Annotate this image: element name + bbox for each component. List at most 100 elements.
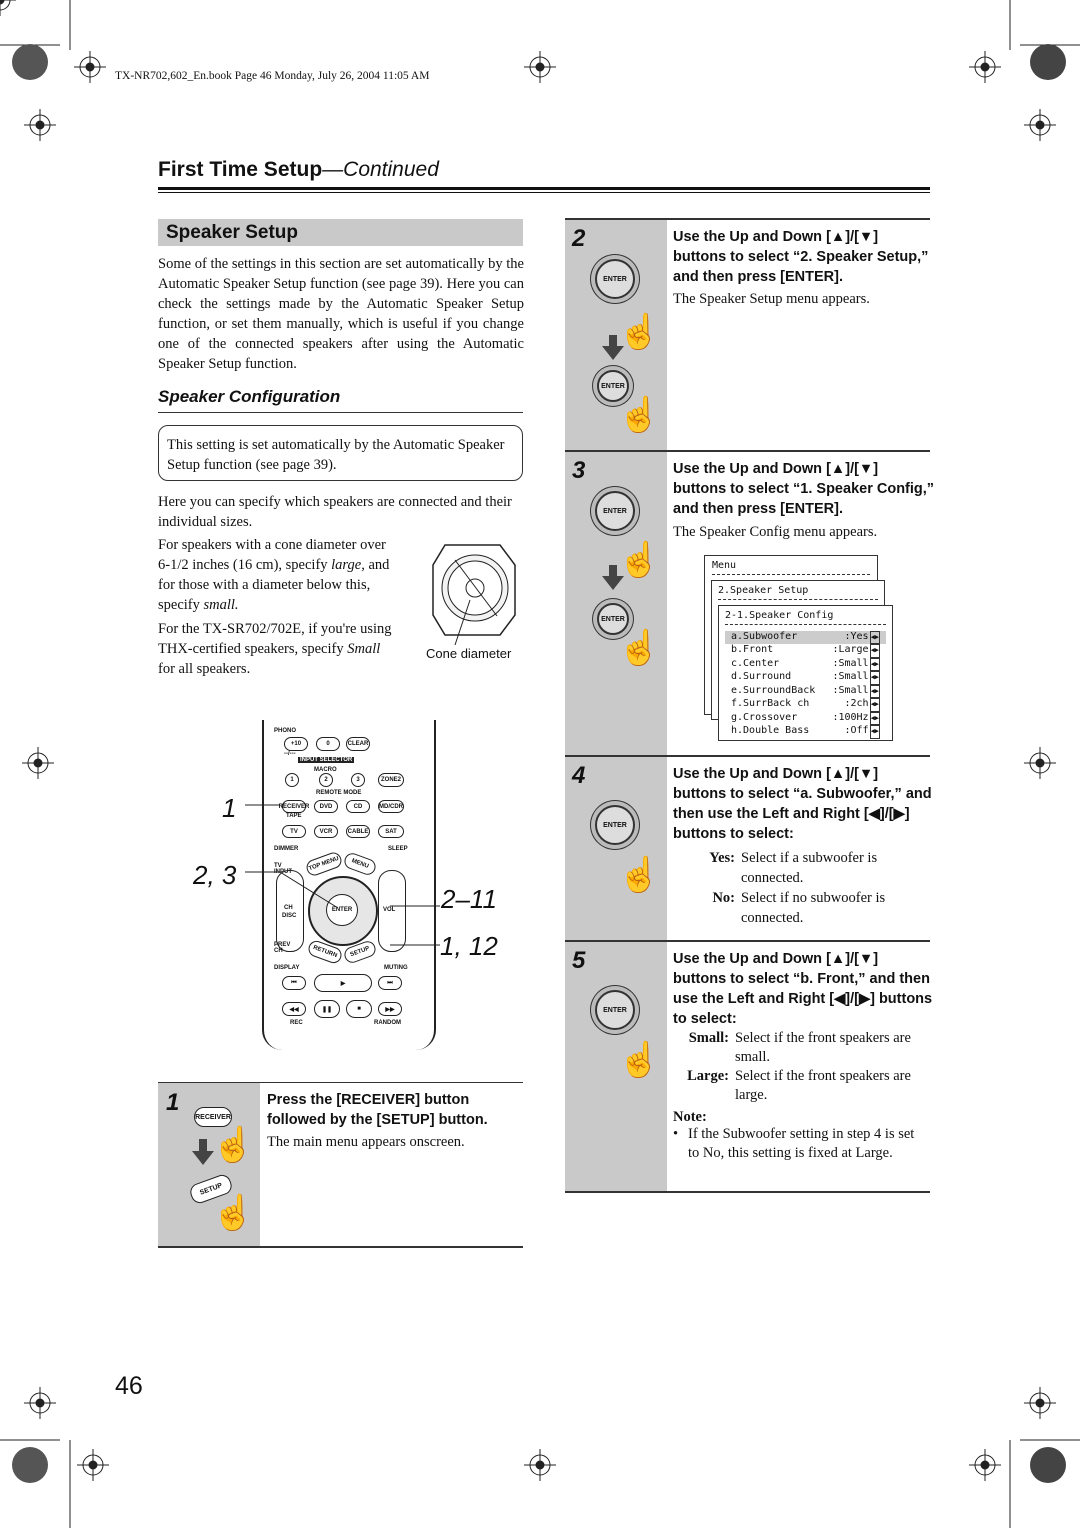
step3-top-rule (565, 450, 930, 452)
osd-row: g.Crossover :100Hz ◀▶ (725, 711, 886, 725)
osd-menu-title: Menu (712, 560, 737, 571)
osd-row-value: :2ch (844, 698, 869, 709)
cone-diameter-label: Cone diameter (426, 646, 512, 661)
step2-number: 2 (572, 225, 586, 252)
step1-desc: The main menu appears onscreen. (267, 1134, 465, 1150)
para-cone: For speakers with a cone diameter over 6… (158, 537, 390, 613)
note-box: This setting is set automatically by the… (158, 425, 523, 481)
speaker-cone-illustration (432, 544, 516, 646)
pointing-hand-icon: ☝ (617, 630, 661, 668)
osd-row-label: a.Subwoofer (731, 630, 798, 642)
osd-row: c.Center :Small ◀▶ (725, 657, 886, 671)
remote-btn-prev: ⏮ (282, 976, 306, 990)
option-large: Large: Select if the front speakers are l… (687, 1068, 911, 1103)
step1-bottom-rule (158, 1246, 523, 1248)
step5-number: 5 (572, 947, 586, 974)
remote-btn-macro1: 1 (285, 773, 299, 787)
pointing-hand-icon: ☝ (211, 1127, 255, 1165)
subsection-title: Speaker Configuration (158, 387, 341, 406)
osd-row-label: f.SurrBack ch (731, 698, 810, 709)
osd-row-value: :Large (832, 644, 869, 655)
left-right-arrows-icon: ◀▶ (869, 644, 880, 658)
enter-dial-icon: ENTER (595, 259, 635, 299)
note-title: Note: (673, 1109, 707, 1125)
enter-dial-icon: ENTER (595, 805, 635, 845)
remote-label-rec: REC (290, 1020, 303, 1026)
callout-2-3: 2, 3 (193, 860, 237, 890)
osd-row-value: :Yes (844, 630, 869, 642)
title-rule (158, 187, 930, 190)
step5-top-rule (565, 940, 930, 942)
osd-row: b.Front :Large ◀▶ (725, 644, 886, 658)
step5-title: Use the Up and Down [▲]/[▼] buttons to s… (673, 951, 933, 1027)
step2-title: Use the Up and Down [▲]/[▼] buttons to s… (673, 229, 929, 285)
pointing-hand-icon: ☝ (617, 1042, 661, 1080)
left-right-arrows-icon: ◀▶ (869, 698, 880, 712)
osd-row-label: d.Surround (731, 671, 792, 682)
callout-1-12: 1, 12 (440, 931, 498, 961)
down-arrow-icon (602, 346, 624, 360)
osd-row-label: e.SurroundBack (731, 684, 816, 696)
step4-title: Use the Up and Down [▲]/[▼] buttons to s… (673, 766, 932, 842)
osd-setup-title: 2.Speaker Setup (718, 585, 809, 596)
remote-btn-clear: CLEAR (346, 737, 370, 751)
pointing-hand-icon: ☝ (617, 314, 661, 352)
remote-btn-ff: ▶▶ (378, 1002, 402, 1016)
enter-dial-icon: ENTER (595, 491, 635, 531)
step1-illustration-panel: 1 RECEIVER ☝ SETUP ☝ (158, 1083, 260, 1246)
remote-label-random: RANDOM (374, 1020, 401, 1026)
osd-row-label: g.Crossover (731, 711, 798, 723)
osd-row: f.SurrBack ch :2ch ◀▶ (725, 698, 886, 712)
remote-btn-plus10: +10 (284, 737, 308, 751)
osd-row-label: b.Front (731, 644, 774, 655)
osd-row-label: h.Double Bass (731, 725, 810, 736)
remote-btn-play: ▶ (314, 974, 372, 992)
osd-config-title: 2-1.Speaker Config (725, 610, 834, 621)
osd-row-value: :Small (832, 657, 869, 669)
osd-row-label: c.Center (731, 657, 780, 669)
note-item: • If the Subwoofer setting in step 4 is s… (673, 1126, 915, 1161)
title-continued: —Continued (322, 158, 439, 181)
step4-number: 4 (572, 762, 586, 789)
step3-number: 3 (572, 457, 586, 484)
arrow-shaft (199, 1139, 207, 1151)
left-right-arrows-icon: ◀▶ (869, 711, 880, 725)
left-right-arrows-icon: ◀▶ (869, 725, 880, 739)
down-arrow-icon (602, 576, 624, 590)
page-title: First Time Setup—Continued (158, 158, 439, 182)
remote-label-phono: PHONO (274, 728, 297, 734)
osd-row-value: :100Hz (832, 711, 869, 723)
intro-text: Some of the settings in this section are… (158, 256, 524, 372)
option-small: Small: Select if the front speakers are s… (688, 1030, 911, 1065)
pointing-hand-icon: ☝ (211, 1195, 255, 1233)
page-number: 46 (115, 1372, 143, 1400)
remote-btn-macro2: 2 (319, 773, 333, 787)
book-info: TX-NR702,602_En.book Page 46 Monday, Jul… (115, 70, 430, 82)
subsection-rule (158, 412, 523, 413)
osd-row-value: :Small (832, 684, 869, 696)
section-title: Speaker Setup (158, 219, 523, 246)
osd-row: a.Subwoofer:Yes ◀▶ (725, 630, 886, 644)
receiver-button-icon: RECEIVER (194, 1107, 232, 1127)
step4-top-rule (565, 755, 930, 757)
remote-btn-stop: ■ (346, 1000, 372, 1018)
remote-btn-rew: ◀◀ (282, 1002, 306, 1016)
osd-row: h.Double Bass:Off ◀▶ (725, 725, 886, 739)
para-thx: For the TX-SR702/702E, if you're using T… (158, 621, 392, 677)
remote-btn-pause: ❚❚ (314, 1000, 340, 1018)
remote-label-input-selector: INPUT SELECTOR (298, 757, 355, 763)
remote-label-dash: --/--- (284, 751, 296, 757)
step3-title: Use the Up and Down [▲]/[▼] buttons to s… (673, 461, 935, 517)
step1-number: 1 (166, 1089, 180, 1116)
enter-dial-icon: ENTER (595, 990, 635, 1030)
remote-btn-next: ⏭ (378, 976, 402, 990)
down-arrow-icon (192, 1151, 214, 1165)
left-right-arrows-icon: ◀▶ (869, 657, 880, 671)
manual-page: TX-NR702,602_En.book Page 46 Monday, Jul… (0, 0, 1080, 1528)
steps-bottom-rule (565, 1191, 930, 1193)
pointing-hand-icon: ☝ (617, 857, 661, 895)
title-main: First Time Setup (158, 158, 323, 181)
pointing-hand-icon: ☝ (617, 542, 661, 580)
remote-btn-macro3: 3 (351, 773, 365, 787)
osd-row: e.SurroundBack:Small ◀▶ (725, 684, 886, 698)
